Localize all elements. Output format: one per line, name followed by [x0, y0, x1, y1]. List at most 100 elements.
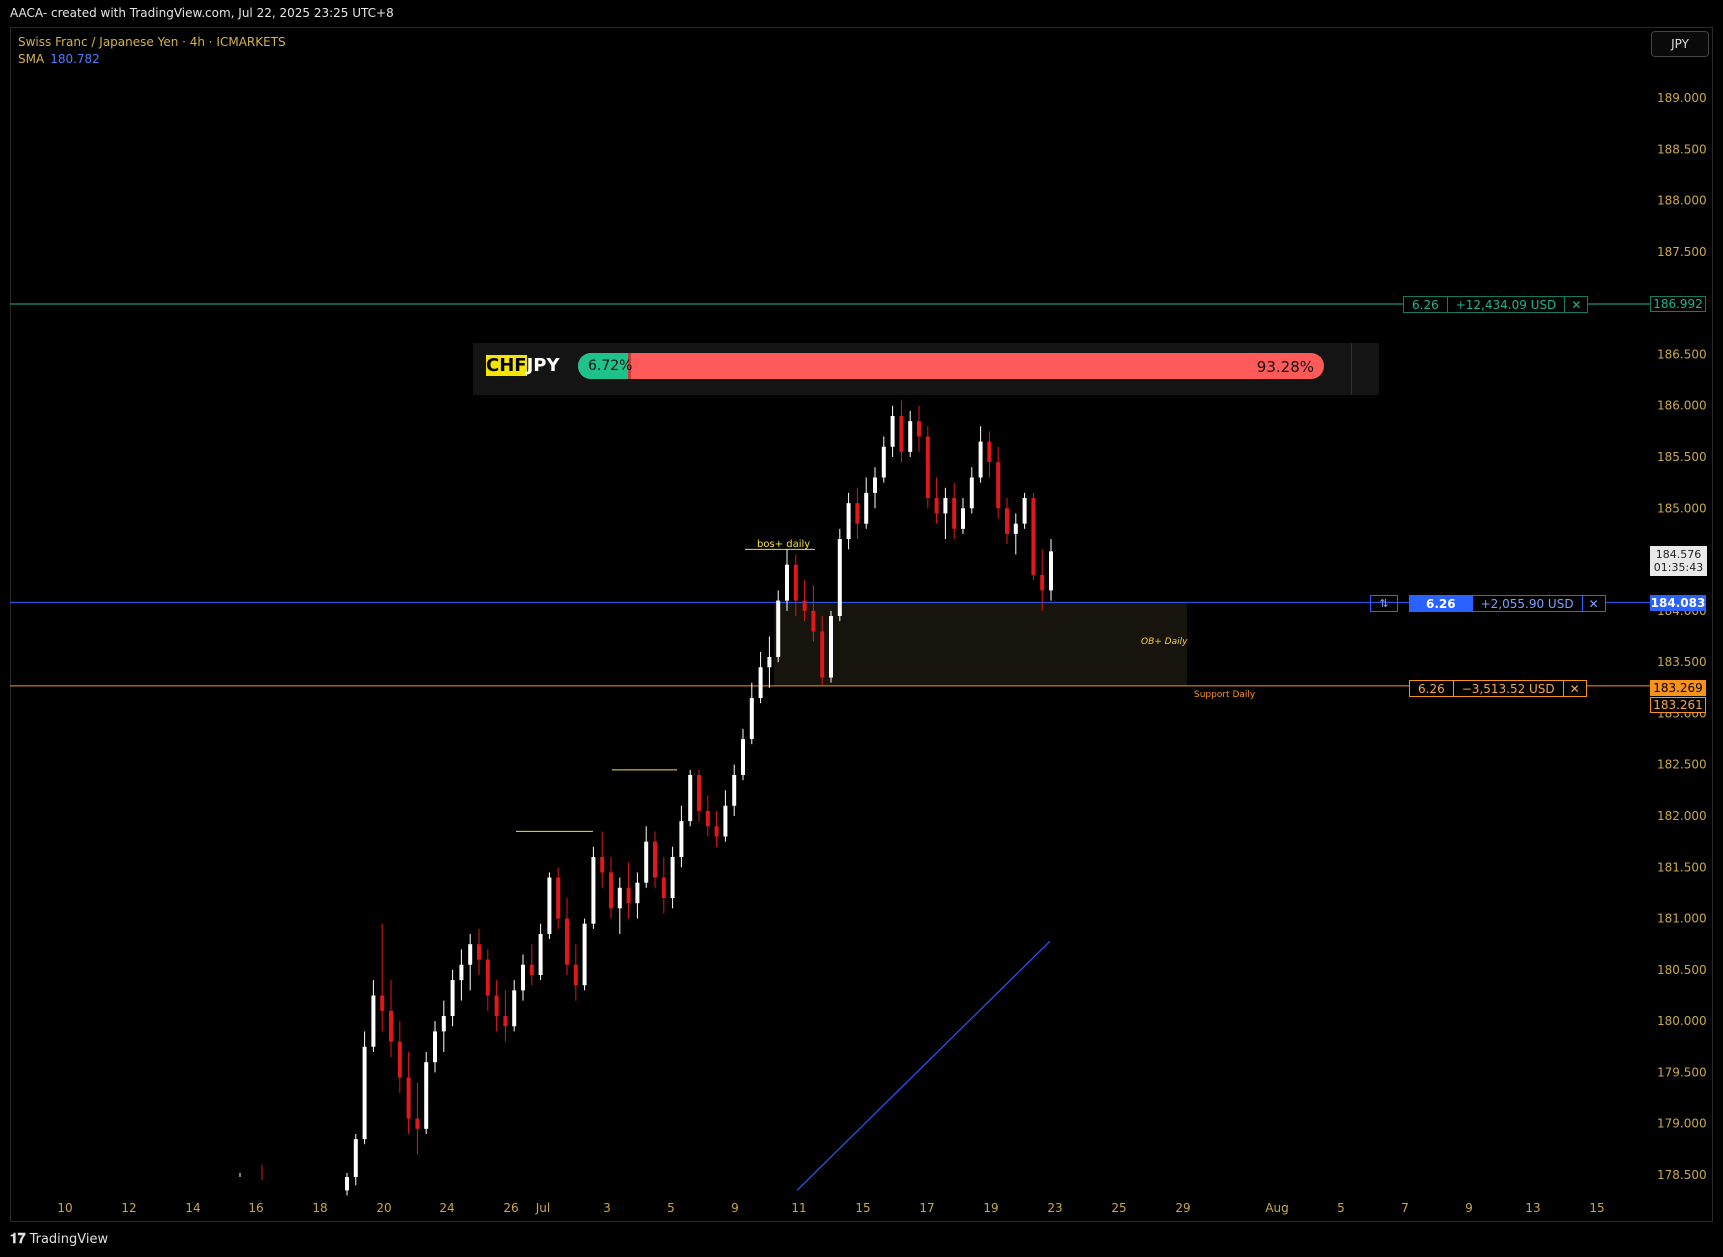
x-tick-label: 29 [1175, 1201, 1190, 1215]
reverse-position-button[interactable]: ⇅ [1370, 595, 1398, 612]
candle-body [661, 877, 666, 899]
y-tick-label: 182.000 [1657, 809, 1707, 823]
y-tick-label: 189.000 [1657, 91, 1707, 105]
y-tick-label: 188.000 [1657, 194, 1707, 208]
candle-body [978, 441, 983, 478]
tradingview-mark-icon: 𝟏𝟕 [10, 1231, 26, 1247]
symbol-legend[interactable]: Swiss Franc / Japanese Yen · 4h · ICMARK… [18, 35, 286, 49]
y-tick-label: 188.500 [1657, 142, 1707, 156]
y-tick-label: 180.000 [1657, 1014, 1707, 1028]
candle-body [600, 857, 605, 873]
x-tick-label: 9 [731, 1201, 739, 1215]
tp-pnl: +12,434.09 USD [1446, 297, 1565, 312]
x-tick-label: 23 [1047, 1201, 1062, 1215]
take-profit-order[interactable]: 6.26 +12,434.09 USD ✕ [1403, 296, 1589, 313]
candle-body [829, 615, 833, 678]
x-tick-label: 7 [1401, 1201, 1409, 1215]
candle-body [494, 995, 499, 1017]
candle-body [380, 995, 385, 1011]
candle-body [855, 503, 860, 524]
candle-body [503, 1016, 508, 1027]
candle-body [1005, 508, 1009, 534]
x-tick-label: Jul [535, 1201, 550, 1215]
candle-body [441, 1016, 446, 1032]
candle-body [688, 774, 693, 822]
candle-body [793, 564, 798, 601]
candle-body [837, 539, 842, 616]
tradingview-logo[interactable]: 𝟏𝟕 TradingView [10, 1231, 108, 1247]
ob-zone [774, 602, 1187, 686]
candle-body [873, 477, 877, 493]
x-tick-label: 13 [1525, 1201, 1540, 1215]
sma-label: SMA [18, 52, 45, 66]
candle-body [767, 657, 772, 668]
x-tick-label: 3 [603, 1201, 611, 1215]
entry-close-icon[interactable]: ✕ [1581, 596, 1605, 611]
candle-body [881, 446, 886, 478]
candle-body [529, 964, 534, 975]
sentiment-quote: JPY [526, 355, 560, 376]
candle-body [485, 959, 490, 996]
tradingview-brand: TradingView [29, 1231, 109, 1247]
sl-pnl: −3,513.52 USD [1452, 681, 1563, 696]
y-tick-label: 182.500 [1657, 758, 1707, 772]
y-tick-label: 183.500 [1657, 655, 1707, 669]
candle-body [987, 441, 992, 463]
x-tick-label: 9 [1465, 1201, 1473, 1215]
candle-body [459, 964, 464, 981]
candle-body [732, 774, 737, 806]
y-tick-label: 186.500 [1657, 347, 1707, 361]
candle-body [512, 990, 517, 1027]
last-price: 184.576 [1655, 548, 1702, 561]
candle-body [565, 918, 569, 965]
y-tick-label: 181.000 [1657, 912, 1707, 926]
candle-body [749, 698, 754, 740]
candle-body [521, 964, 525, 991]
sl-price-tag: 183.269 [1650, 680, 1706, 696]
stop-loss-order[interactable]: 6.26 −3,513.52 USD ✕ [1409, 680, 1587, 697]
x-tick-label: 15 [855, 1201, 870, 1215]
tp-close-icon[interactable]: ✕ [1564, 297, 1587, 312]
short-percent: 93.28% [1256, 358, 1314, 376]
candle-body [899, 415, 904, 452]
entry-position[interactable]: 6.26 +2,055.90 USD ✕ [1409, 595, 1606, 612]
candle-body [538, 933, 543, 975]
support-label[interactable]: Support Daily [1194, 690, 1255, 700]
x-tick-label: Aug [1265, 1201, 1288, 1215]
x-tick-label: 14 [185, 1201, 200, 1215]
entry-qty: 6.26 [1410, 596, 1472, 611]
candle-body [961, 508, 965, 529]
sma-legend[interactable]: SMA 180.782 [18, 52, 100, 66]
x-tick-label: 24 [439, 1201, 454, 1215]
candle-body [758, 667, 763, 699]
currency-button[interactable]: JPY [1651, 31, 1709, 57]
candle-body [776, 600, 781, 658]
x-tick-label: 25 [1111, 1201, 1126, 1215]
candle-body [943, 498, 948, 514]
sentiment-divider [1351, 343, 1352, 395]
candle-body [925, 436, 930, 499]
bar-countdown: 01:35:43 [1653, 561, 1704, 574]
candle-body [353, 1139, 358, 1178]
sentiment-bar: 6.72% 93.28% [578, 353, 1324, 379]
chart-canvas[interactable]: 178.500 179.000 179.500 180.000 180.500 181.0… [0, 0, 1723, 1257]
x-tick-label: 26 [503, 1201, 518, 1215]
long-percent: 6.72% [588, 358, 633, 374]
candle-body [811, 610, 816, 632]
bos-label[interactable]: bos+ daily [757, 539, 810, 550]
x-tick-label: 19 [983, 1201, 998, 1215]
sl-price-tag-2: 183.261 [1650, 697, 1706, 713]
tp-price-tag: 186.992 [1650, 296, 1706, 312]
candle-body [679, 821, 684, 858]
candle-body [908, 421, 913, 452]
sma-value: 180.782 [50, 52, 100, 66]
ob-label[interactable]: OB+ Daily [1141, 637, 1187, 647]
candle-body [468, 944, 473, 965]
candle-body [389, 1010, 393, 1042]
candle-body [1040, 574, 1045, 591]
y-tick-label: 181.500 [1657, 860, 1707, 874]
entry-price-tag: 184.083 [1650, 595, 1706, 611]
candle-body [644, 841, 649, 883]
sl-close-icon[interactable]: ✕ [1562, 681, 1586, 696]
candle-body [890, 415, 895, 447]
